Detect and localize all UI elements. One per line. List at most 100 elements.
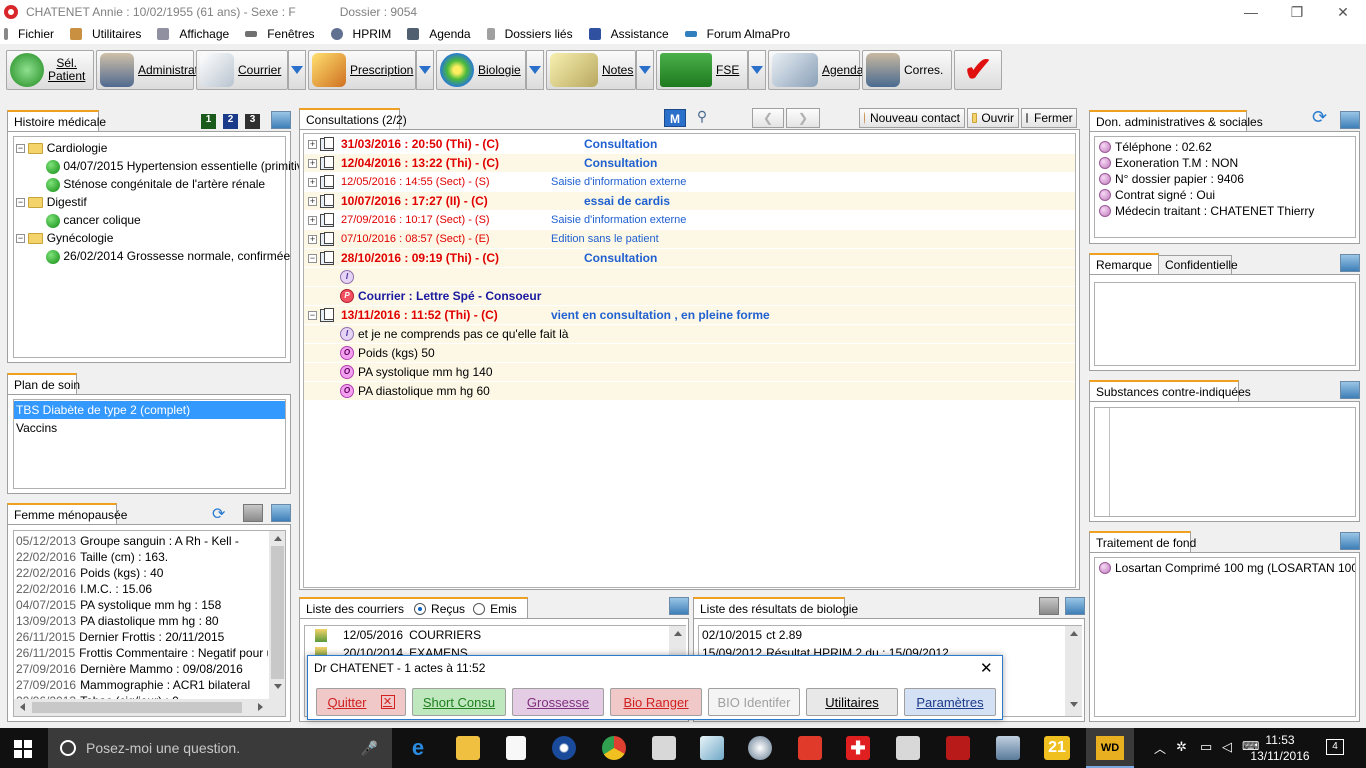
femme-gray-button[interactable] (243, 504, 263, 522)
calendar-21-icon[interactable]: 21 (1044, 736, 1070, 760)
femme-vscroll[interactable] (269, 531, 285, 699)
remarque-textarea[interactable] (1094, 282, 1356, 366)
admin-expand-button[interactable] (1340, 111, 1360, 129)
nouveau-contact-button[interactable]: Nouveau contact (859, 108, 965, 128)
utilitaires-button[interactable]: Utilitaires (806, 688, 898, 716)
level-2-button[interactable]: 2 (223, 114, 238, 129)
edge-icon[interactable]: e (406, 736, 430, 760)
femme-hscroll[interactable] (14, 699, 285, 716)
expand-toggle[interactable]: + (308, 234, 317, 244)
tree-group[interactable]: − Gynécologie (16, 231, 284, 249)
tab-consultations[interactable]: Consultations (2/2) (299, 108, 407, 130)
agenda-button[interactable]: Agenda (768, 50, 863, 90)
expand-toggle[interactable]: − (308, 253, 317, 263)
close-icon[interactable]: ✕ (980, 659, 993, 677)
biologie-dropdown[interactable] (526, 50, 544, 90)
tree-item[interactable]: 04/07/2015 Hypertension essentielle (pri… (16, 159, 309, 177)
consultation-row[interactable]: P Courrier : Lettre Spé - Consoeur (304, 287, 1075, 305)
bio-ranger-button[interactable]: Bio Ranger (610, 688, 702, 716)
level-1-button[interactable]: 1 (201, 114, 216, 129)
prescription-dropdown[interactable] (416, 50, 434, 90)
histoire-expand-button[interactable] (271, 111, 291, 129)
menu-forum[interactable]: Forum AlmaPro (684, 27, 790, 41)
expand-toggle[interactable]: + (308, 158, 317, 168)
notes-button[interactable]: Notes (546, 50, 636, 90)
consultation-row[interactable]: +27/09/2016 : 10:17 (Sect) - (S) Saisie d… (304, 211, 1075, 229)
menu-dossiers-lies[interactable]: Dossiers liés (486, 27, 573, 41)
presentation-icon[interactable] (798, 736, 822, 760)
tray-settings-icon[interactable]: ✲ (1176, 739, 1187, 755)
next-button[interactable]: ❯ (786, 108, 820, 128)
notes-dropdown[interactable] (636, 50, 654, 90)
grossesse-button[interactable]: Grossesse (512, 688, 604, 716)
consultation-row[interactable]: −28/10/2016 : 09:19 (Thi) - (C) Consultat… (304, 249, 1075, 267)
menu-fichier[interactable]: Fichier (4, 27, 54, 41)
femme-expand-button[interactable] (271, 504, 291, 522)
consultation-row[interactable]: O PA systolique mm hg 140 (304, 363, 1075, 381)
tab-remarque[interactable]: Remarque (1089, 253, 1159, 275)
menu-utilitaires[interactable]: Utilitaires (70, 27, 141, 41)
parametres-button[interactable]: Paramètres (904, 688, 996, 716)
short-consu-button[interactable]: Short Consu (412, 688, 506, 716)
courrier-button[interactable]: Courrier (196, 50, 288, 90)
consultation-row[interactable]: O Poids (kgs) 50 (304, 344, 1075, 362)
consultation-row[interactable]: Iet je ne comprends pas ce qu'elle fait … (304, 325, 1075, 343)
m-button[interactable]: M (664, 109, 686, 127)
biologie-button[interactable]: Biologie (436, 50, 526, 90)
courrier-dropdown[interactable] (288, 50, 306, 90)
fse-dropdown[interactable] (748, 50, 766, 90)
administratif-button[interactable]: Administratif (96, 50, 204, 90)
substances-expand-button[interactable] (1340, 381, 1360, 399)
clock-time[interactable]: 11:53 (1248, 733, 1312, 747)
list-item[interactable]: TBS Diabète de type 2 (complet) (14, 401, 285, 419)
expand-toggle[interactable]: − (308, 310, 317, 320)
prev-button[interactable]: ❮ (752, 108, 784, 128)
ouvrir-button[interactable]: Ouvrir (967, 108, 1019, 128)
consultation-row[interactable]: +07/10/2016 : 08:57 (Sect) - (E) Edition … (304, 230, 1075, 248)
menu-hprim[interactable]: HPRIM (330, 27, 391, 41)
consultation-row[interactable]: −13/11/2016 : 11:52 (Thi) - (C) vient en … (304, 306, 1075, 324)
prescription-button[interactable]: Prescription (308, 50, 416, 90)
network-tray-icon[interactable]: ▭ (1200, 739, 1212, 755)
tree-item[interactable]: 26/02/2014 Grossesse normale, confirmée (16, 249, 290, 267)
list-item[interactable]: 02/10/2015 ct 2.89 (699, 626, 1059, 644)
refresh-icon[interactable]: ⟳ (212, 504, 225, 524)
compass-icon[interactable] (552, 736, 576, 760)
volume-icon[interactable]: ◁ (1222, 739, 1232, 755)
menu-fenetres[interactable]: Fenêtres (245, 27, 315, 41)
search-icon[interactable]: ⚲ (690, 108, 714, 128)
pdf-icon[interactable] (946, 736, 970, 760)
level-3-button[interactable]: 3 (245, 114, 260, 129)
expand-toggle[interactable]: + (308, 139, 317, 149)
traitement-expand-button[interactable] (1340, 532, 1360, 550)
list-item[interactable]: Losartan Comprimé 100 mg (LOSARTAN 100MG… (1095, 559, 1355, 577)
consultation-row[interactable]: +12/04/2016 : 13:22 (Thi) - (C) Consultat… (304, 154, 1075, 172)
maximize-button[interactable]: ❐ (1274, 0, 1320, 24)
consultation-row[interactable]: I (304, 268, 1075, 286)
consultation-row[interactable]: +31/03/2016 : 20:50 (Thi) - (C) Consultat… (304, 135, 1075, 153)
tray-chevron-icon[interactable]: ︿ (1154, 740, 1166, 757)
medical-cross-icon[interactable]: ✚ (846, 736, 870, 760)
tab-confidentielle[interactable]: Confidentielle (1158, 255, 1238, 275)
tab-femme-menopausee[interactable]: Femme ménopausée (7, 503, 127, 525)
consultation-row[interactable]: O PA diastolique mm hg 60 (304, 382, 1075, 400)
tree-group[interactable]: − Digestif (16, 195, 284, 213)
expand-toggle[interactable]: + (308, 177, 317, 187)
menu-agenda[interactable]: Agenda (407, 27, 471, 41)
tab-plan-de-soin[interactable]: Plan de soin (7, 373, 80, 395)
tree-group[interactable]: − Cardiologie (16, 141, 284, 159)
network-icon[interactable] (996, 736, 1020, 760)
windev-active-tab[interactable]: WD (1086, 728, 1134, 768)
recus-radio[interactable] (414, 603, 427, 615)
menu-assistance[interactable]: Assistance (588, 27, 669, 41)
file-explorer-icon[interactable] (456, 736, 480, 760)
tab-liste-biologie[interactable]: Liste des résultats de biologie (693, 597, 858, 619)
tab-liste-courriers[interactable]: Liste des courriers Reçus Emis (299, 597, 528, 619)
printer-icon[interactable] (652, 736, 676, 760)
list-item[interactable]: 12/05/2016 COURRIERS (305, 626, 665, 644)
expand-toggle[interactable]: + (308, 196, 317, 206)
corres-button[interactable]: Corres. (862, 50, 952, 90)
tree-item[interactable]: cancer colique (16, 213, 284, 231)
tab-don-administratives[interactable]: Don. administratives & sociales (1089, 110, 1263, 132)
bio-identifer-button[interactable]: BIO Identifer (708, 688, 800, 716)
